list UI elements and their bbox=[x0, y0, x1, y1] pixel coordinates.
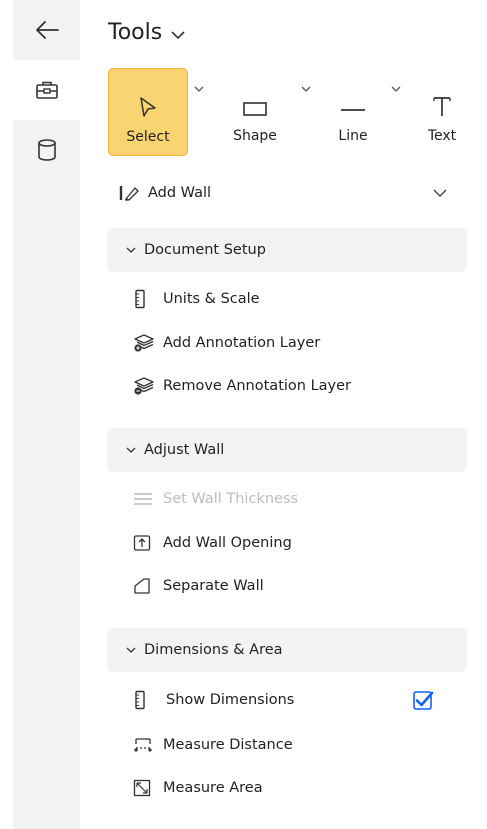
shape-tool-label: Shape bbox=[233, 128, 277, 144]
measure-distance-icon bbox=[134, 738, 152, 752]
section-document-setup[interactable]: Document Setup bbox=[107, 228, 467, 272]
select-tool-label: Select bbox=[126, 129, 170, 145]
item-label: Show Dimensions bbox=[166, 692, 295, 708]
show-dimensions-item[interactable]: Show Dimensions bbox=[133, 685, 433, 715]
item-label: Add Annotation Layer bbox=[163, 335, 321, 351]
text-tool-button[interactable]: Text bbox=[420, 68, 464, 154]
select-tool-button[interactable]: Select bbox=[108, 68, 188, 156]
text-icon bbox=[433, 97, 451, 116]
back-button[interactable] bbox=[13, 0, 80, 60]
item-label: Add Wall Opening bbox=[163, 535, 292, 551]
section-adjust-wall[interactable]: Adjust Wall bbox=[107, 428, 467, 472]
section-title: Dimensions & Area bbox=[144, 642, 283, 658]
wall-opening-icon bbox=[133, 535, 151, 551]
select-tool-options-chevron[interactable] bbox=[192, 82, 206, 96]
tools-title-dropdown[interactable]: Tools bbox=[108, 20, 186, 45]
shape-tool-options-chevron[interactable] bbox=[299, 82, 313, 96]
wall-pencil-icon bbox=[119, 186, 139, 201]
chevron-down-icon bbox=[126, 647, 136, 653]
rectangle-icon bbox=[243, 102, 267, 116]
left-rail bbox=[13, 0, 80, 829]
rail-data-button[interactable] bbox=[13, 120, 80, 180]
thickness-icon bbox=[134, 493, 152, 505]
measure-distance-item[interactable]: Measure Distance bbox=[133, 730, 433, 760]
separate-wall-item[interactable]: Separate Wall bbox=[133, 571, 433, 601]
layers-remove-icon bbox=[134, 377, 154, 395]
shape-tool-button[interactable]: Shape bbox=[222, 68, 288, 154]
chevron-down-icon bbox=[171, 30, 185, 39]
tools-title: Tools bbox=[108, 20, 163, 45]
database-icon bbox=[37, 139, 56, 161]
chevron-down-icon bbox=[433, 189, 447, 197]
line-tool-label: Line bbox=[338, 128, 368, 144]
tools-panel: Tools Select Shape Line Text Add Wall Do… bbox=[80, 0, 487, 829]
add-annotation-layer-item[interactable]: Add Annotation Layer bbox=[133, 328, 433, 358]
measure-area-item[interactable]: Measure Area bbox=[133, 773, 433, 803]
section-title: Adjust Wall bbox=[144, 442, 225, 458]
add-wall-dropdown[interactable]: Add Wall bbox=[118, 176, 448, 210]
line-tool-options-chevron[interactable] bbox=[389, 82, 403, 96]
cursor-icon bbox=[140, 97, 156, 117]
item-label: Separate Wall bbox=[163, 578, 264, 594]
section-title: Document Setup bbox=[144, 242, 266, 258]
text-tool-label: Text bbox=[427, 128, 457, 144]
item-label: Set Wall Thickness bbox=[163, 491, 299, 507]
measure-area-icon bbox=[133, 779, 151, 797]
item-label: Measure Area bbox=[163, 780, 263, 796]
remove-annotation-layer-item[interactable]: Remove Annotation Layer bbox=[133, 371, 433, 401]
briefcase-icon bbox=[35, 81, 58, 99]
rail-tools-button[interactable] bbox=[13, 60, 80, 120]
show-dimensions-checkbox[interactable] bbox=[412, 689, 434, 711]
layers-add-icon bbox=[134, 334, 154, 352]
ruler-icon bbox=[135, 289, 145, 309]
item-label: Remove Annotation Layer bbox=[163, 378, 352, 394]
ruler-icon bbox=[135, 690, 145, 710]
item-label: Measure Distance bbox=[163, 737, 293, 753]
line-icon bbox=[341, 109, 365, 111]
line-tool-button[interactable]: Line bbox=[328, 68, 378, 154]
back-arrow-icon bbox=[35, 21, 59, 39]
chevron-down-icon bbox=[126, 247, 136, 253]
units-scale-item[interactable]: Units & Scale bbox=[133, 284, 433, 314]
set-wall-thickness-item: Set Wall Thickness bbox=[133, 484, 433, 514]
chevron-down-icon bbox=[126, 447, 136, 453]
separate-wall-icon bbox=[134, 578, 150, 594]
item-label: Units & Scale bbox=[163, 291, 260, 307]
section-dimensions-area[interactable]: Dimensions & Area bbox=[107, 628, 467, 672]
add-wall-label: Add Wall bbox=[148, 185, 212, 201]
add-wall-opening-item[interactable]: Add Wall Opening bbox=[133, 528, 433, 558]
